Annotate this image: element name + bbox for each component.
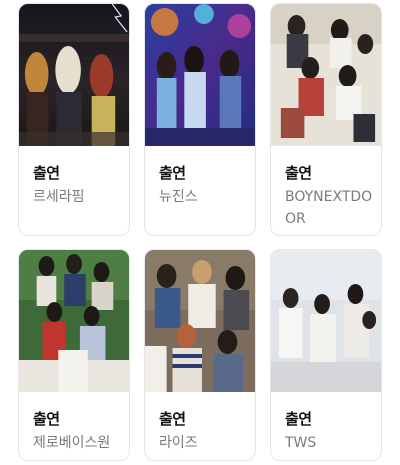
role-label: 출연 bbox=[285, 164, 312, 182]
artist-name: TWS bbox=[285, 435, 317, 451]
artist-card-tws[interactable]: 출연 TWS bbox=[270, 249, 382, 461]
artist-card-zerobaseone[interactable]: 출연 제로베이스원 bbox=[18, 249, 130, 461]
artist-photo bbox=[19, 4, 129, 146]
role-label: 출연 bbox=[159, 410, 186, 428]
artist-name: 르세라핌 bbox=[33, 189, 85, 205]
role-label: 출연 bbox=[33, 164, 60, 182]
artist-photo bbox=[271, 4, 381, 146]
role-label: 출연 bbox=[285, 410, 312, 428]
artist-photo bbox=[145, 4, 255, 146]
artist-photo bbox=[271, 250, 381, 392]
artist-card-riize[interactable]: 출연 라이즈 bbox=[144, 249, 256, 461]
role-label: 출연 bbox=[159, 164, 186, 182]
artist-card-lesserafim[interactable]: 출연 르세라핌 bbox=[18, 3, 130, 236]
artist-name: 라이즈 bbox=[159, 435, 198, 451]
artist-photo bbox=[145, 250, 255, 392]
artist-card-boynextdoor[interactable]: 출연 BOYNEXTDOOR bbox=[270, 3, 382, 236]
artist-card-newjeans[interactable]: 출연 뉴진스 bbox=[144, 3, 256, 236]
artist-name: 뉴진스 bbox=[159, 189, 198, 205]
artist-photo bbox=[19, 250, 129, 392]
artist-name: BOYNEXTDOOR bbox=[285, 189, 373, 227]
artist-name: 제로베이스원 bbox=[33, 435, 111, 451]
role-label: 출연 bbox=[33, 410, 60, 428]
